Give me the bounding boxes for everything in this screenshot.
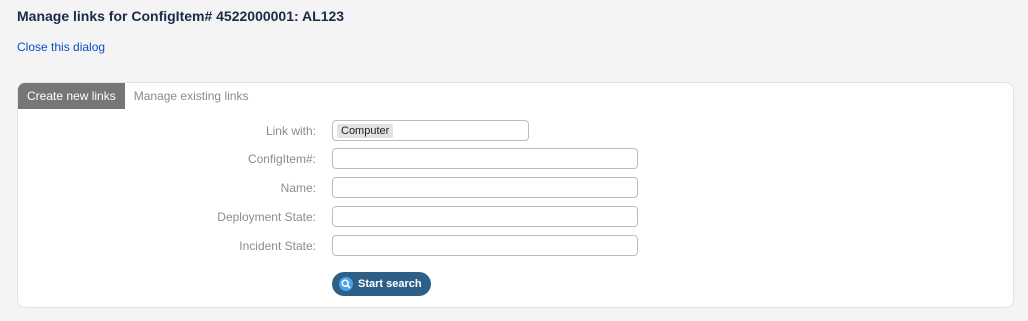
link-panel: Create new links Manage existing links L…	[17, 82, 1014, 308]
tab-create-new-links[interactable]: Create new links	[18, 83, 125, 109]
name-label: Name:	[280, 181, 316, 195]
configitem-label: ConfigItem#:	[247, 152, 316, 166]
form-row-configitem: ConfigItem#:	[18, 148, 1008, 170]
incident-state-label: Incident State:	[239, 239, 316, 253]
page-title: Manage links for ConfigItem# 4522000001:…	[17, 8, 345, 24]
close-dialog-link[interactable]: Close this dialog	[17, 40, 105, 54]
form-row-link-with: Link with: Computer	[18, 120, 1008, 142]
start-search-label: Start search	[358, 278, 422, 290]
configitem-number-input[interactable]	[332, 148, 638, 169]
form-row-incident-state: Incident State:	[18, 235, 1008, 257]
tab-manage-existing-links[interactable]: Manage existing links	[125, 83, 258, 109]
name-input[interactable]	[332, 177, 638, 198]
incident-state-input[interactable]	[332, 235, 638, 256]
form-row-name: Name:	[18, 177, 1008, 199]
search-icon	[339, 277, 353, 291]
start-search-button[interactable]: Start search	[332, 272, 431, 296]
deployment-state-label: Deployment State:	[217, 210, 316, 224]
link-with-label: Link with:	[265, 124, 316, 138]
form-row-deployment-state: Deployment State:	[18, 206, 1008, 228]
link-with-select[interactable]: Computer	[332, 120, 529, 141]
tab-bar: Create new links Manage existing links	[18, 83, 257, 109]
deployment-state-input[interactable]	[332, 206, 638, 227]
selected-class-chip[interactable]: Computer	[337, 124, 394, 138]
